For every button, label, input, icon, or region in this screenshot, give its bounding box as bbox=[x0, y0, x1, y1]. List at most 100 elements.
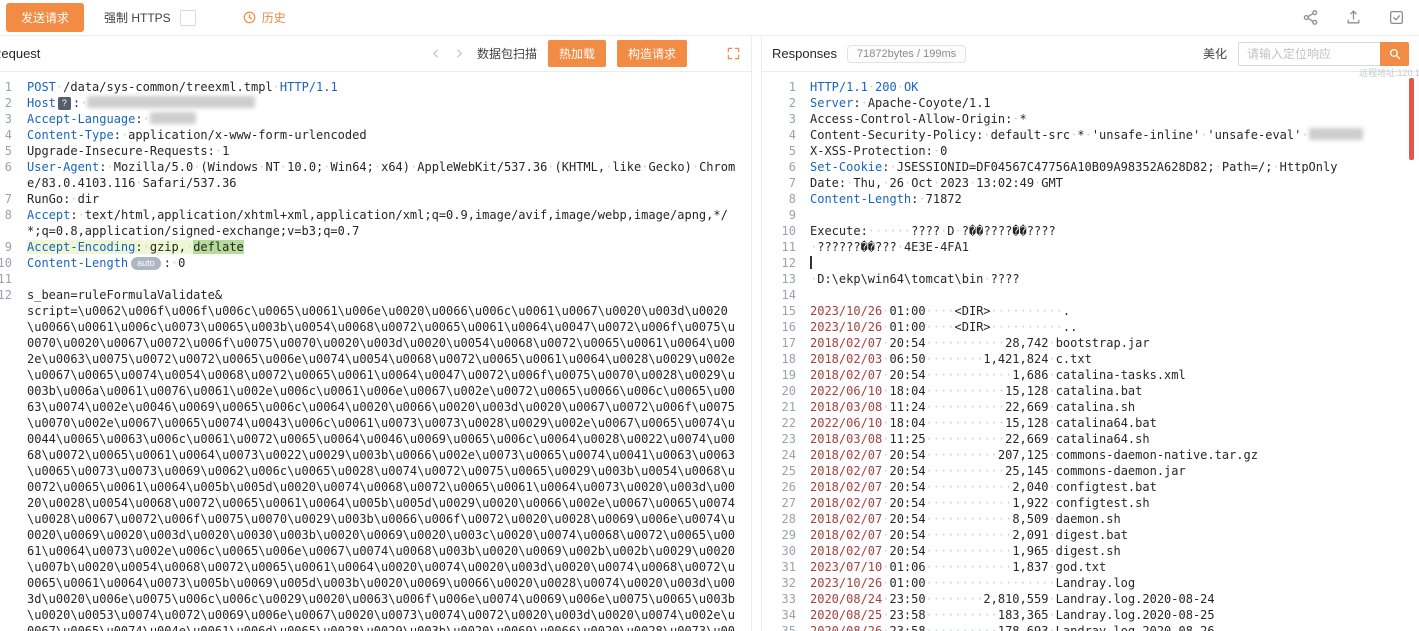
response-code-line[interactable]: 262018/02/07·20:54············2,040·conf… bbox=[762, 479, 1419, 495]
response-code-line[interactable]: 342020/08/25·23:58··········183,365·Land… bbox=[762, 607, 1419, 623]
response-code-line[interactable]: 10Execute:······????·D·?��????��???? bbox=[762, 223, 1419, 239]
response-code-line[interactable]: 14 bbox=[762, 287, 1419, 303]
whitespace-dots: ············ bbox=[926, 528, 1013, 542]
request-code-line[interactable]: 4Content-Type:·application/x-www-form-ur… bbox=[0, 127, 751, 143]
request-code-line[interactable]: 10Content-Lengthauto:·0 bbox=[0, 255, 751, 271]
response-panel-title: Responses bbox=[772, 46, 837, 61]
response-code-line[interactable]: 192018/02/07·20:54············1,686·cata… bbox=[762, 367, 1419, 383]
code-text: 18:04 bbox=[889, 416, 925, 430]
whitespace-dots: ············ bbox=[926, 496, 1013, 510]
response-code-line[interactable]: 13·D:\ekp\win64\tomcat\bin·???? bbox=[762, 271, 1419, 287]
request-code-line[interactable]: 11 bbox=[0, 271, 751, 287]
request-code-line[interactable]: 1POST·/data/sys-common/treexml.tmpl·HTTP… bbox=[0, 79, 751, 95]
response-code-line[interactable]: 172018/02/07·20:54···········28,742·boot… bbox=[762, 335, 1419, 351]
code-text: 13:02:49 bbox=[976, 176, 1034, 190]
response-code-line[interactable]: 162023/10/26·01:00····<DIR>··········.. bbox=[762, 319, 1419, 335]
force-https-checkbox[interactable] bbox=[180, 10, 196, 26]
build-request-button[interactable]: 构造请求 bbox=[617, 40, 687, 67]
response-code-line[interactable]: 242018/02/07·20:54··········207,125·comm… bbox=[762, 447, 1419, 463]
request-code-line[interactable]: 9Accept-Encoding:·gzip,·deflate bbox=[0, 239, 751, 255]
hot-reload-button[interactable]: 热加载 bbox=[548, 40, 606, 67]
code-text: JSESSIONID=DF04567C47756A10B09A98352A628… bbox=[897, 160, 1215, 174]
request-code-line[interactable]: 7RunGo:·dir bbox=[0, 191, 751, 207]
fullscreen-icon[interactable] bbox=[726, 46, 741, 61]
code-text: 2023/10/26 bbox=[810, 304, 882, 318]
whitespace-dots: ···· bbox=[926, 320, 955, 334]
share-icon[interactable] bbox=[1302, 9, 1319, 26]
whitespace-dots: · bbox=[1085, 128, 1092, 142]
history-button[interactable]: 历史 bbox=[242, 9, 286, 26]
response-code-line[interactable]: 232018/03/08·11:25···········22,669·cata… bbox=[762, 431, 1419, 447]
whitespace-dots: · bbox=[1048, 432, 1055, 446]
whitespace-dots: ··········· bbox=[926, 336, 1005, 350]
code-text: 20:54 bbox=[889, 512, 925, 526]
code-text: 2018/02/07 bbox=[810, 528, 882, 542]
scroll-marker bbox=[1409, 78, 1414, 160]
whitespace-dots: ········ bbox=[926, 352, 984, 366]
response-code-line[interactable]: 7Date:·Thu,·26·Oct·2023·13:02:49·GMT bbox=[762, 175, 1419, 191]
request-code-line[interactable]: 12s_bean=ruleFormulaValidate& script=\u0… bbox=[0, 287, 751, 631]
line-number: 24 bbox=[762, 447, 796, 463]
response-search-button[interactable] bbox=[1380, 42, 1409, 66]
response-code-line[interactable]: 1HTTP/1.1·200·OK bbox=[762, 79, 1419, 95]
response-code-line[interactable]: 332020/08/24·23:50········2,810,559·Land… bbox=[762, 591, 1419, 607]
request-code-line[interactable]: 2Host?:· bbox=[0, 95, 751, 111]
response-code-line[interactable]: 182018/02/03·06:50········1,421,824·c.tx… bbox=[762, 351, 1419, 367]
line-number: 5 bbox=[762, 143, 796, 159]
beautify-button[interactable]: 美化 bbox=[1203, 45, 1227, 62]
request-code-line[interactable]: 8Accept:·text/html,application/xhtml+xml… bbox=[0, 207, 751, 239]
response-stats-badge: 71872bytes / 199ms bbox=[847, 45, 966, 63]
code-text: 01:06 bbox=[889, 560, 925, 574]
request-code-line[interactable]: 3Accept-Language:· bbox=[0, 111, 751, 127]
code-text: 11:25 bbox=[889, 432, 925, 446]
response-code-line[interactable]: 9 bbox=[762, 207, 1419, 223]
response-code-line[interactable]: 272018/02/07·20:54············1,922·conf… bbox=[762, 495, 1419, 511]
code-text: 2023/10/26 bbox=[810, 320, 882, 334]
chevron-left-icon[interactable] bbox=[429, 47, 442, 60]
send-request-button[interactable]: 发送请求 bbox=[6, 3, 84, 32]
response-code-line[interactable]: 152023/10/26·01:00····<DIR>··········. bbox=[762, 303, 1419, 319]
response-editor[interactable]: 1HTTP/1.1·200·OK2Server:·Apache-Coyote/1… bbox=[762, 72, 1419, 631]
response-code-line[interactable]: 202022/06/10·18:04···········15,128·cata… bbox=[762, 383, 1419, 399]
whitespace-dots: · bbox=[1048, 464, 1055, 478]
redacted-text bbox=[1309, 128, 1363, 140]
response-code-line[interactable]: 252018/02/07·20:54···········25,145·comm… bbox=[762, 463, 1419, 479]
code-text: 15,128 bbox=[1005, 416, 1048, 430]
code-text: 01:00 bbox=[889, 320, 925, 334]
chevron-right-icon[interactable] bbox=[453, 47, 466, 60]
request-editor[interactable]: 1POST·/data/sys-common/treexml.tmpl·HTTP… bbox=[0, 72, 751, 631]
line-number: 4 bbox=[762, 127, 796, 143]
code-text: Oct bbox=[911, 176, 933, 190]
force-https-group: 强制 HTTPS bbox=[104, 9, 196, 26]
code-text: : bbox=[164, 256, 171, 270]
request-code-line[interactable]: 6User-Agent:·Mozilla/5.0·(Windows·NT·10.… bbox=[0, 159, 751, 191]
packet-scan-button[interactable]: 数据包扫描 bbox=[477, 45, 537, 62]
request-code-line[interactable]: 5Upgrade-Insecure-Requests:·1 bbox=[0, 143, 751, 159]
edit-check-icon[interactable] bbox=[1388, 9, 1405, 26]
code-text: ??????��??? bbox=[817, 240, 896, 254]
response-code-line[interactable]: 6Set-Cookie:·JSESSIONID=DF04567C47756A10… bbox=[762, 159, 1419, 175]
code-text: digest.bat bbox=[1056, 528, 1128, 542]
response-code-line[interactable]: 12 bbox=[762, 255, 1419, 271]
response-code-line[interactable]: 322023/10/26·01:00··················Land… bbox=[762, 575, 1419, 591]
code-text: . bbox=[1063, 304, 1070, 318]
response-code-line[interactable]: 292018/02/07·20:54············2,091·dige… bbox=[762, 527, 1419, 543]
response-code-line[interactable]: 352020/08/26·23:58··········178,693·Land… bbox=[762, 623, 1419, 631]
whitespace-dots: · bbox=[70, 192, 77, 206]
response-code-line[interactable]: 212018/03/08·11:24···········22,669·cata… bbox=[762, 399, 1419, 415]
response-code-line[interactable]: 302018/02/07·20:54············1,965·dige… bbox=[762, 543, 1419, 559]
export-icon[interactable] bbox=[1345, 9, 1362, 26]
response-code-line[interactable]: 5X-XSS-Protection:·0 bbox=[762, 143, 1419, 159]
response-code-line[interactable]: 312023/07/10·01:06············1,837·god.… bbox=[762, 559, 1419, 575]
response-code-line[interactable]: 8Content-Length:·71872 bbox=[762, 191, 1419, 207]
response-code-line[interactable]: 2Server:·Apache-Coyote/1.1 bbox=[762, 95, 1419, 111]
response-code-line[interactable]: 11·??????��???·4E3E-4FA1 bbox=[762, 239, 1419, 255]
whitespace-dots: ·········· bbox=[926, 624, 998, 631]
response-code-line[interactable]: 282018/02/07·20:54············8,509·daem… bbox=[762, 511, 1419, 527]
response-code-line[interactable]: 222022/06/10·18:04···········15,128·cata… bbox=[762, 415, 1419, 431]
response-code-line[interactable]: 3Access-Control-Allow-Origin:·* bbox=[762, 111, 1419, 127]
code-text: Server bbox=[810, 96, 853, 110]
response-code-line[interactable]: 4Content-Security-Policy:·default-src·*·… bbox=[762, 127, 1419, 143]
response-search-input[interactable] bbox=[1238, 42, 1380, 66]
panel-divider[interactable] bbox=[752, 36, 761, 631]
